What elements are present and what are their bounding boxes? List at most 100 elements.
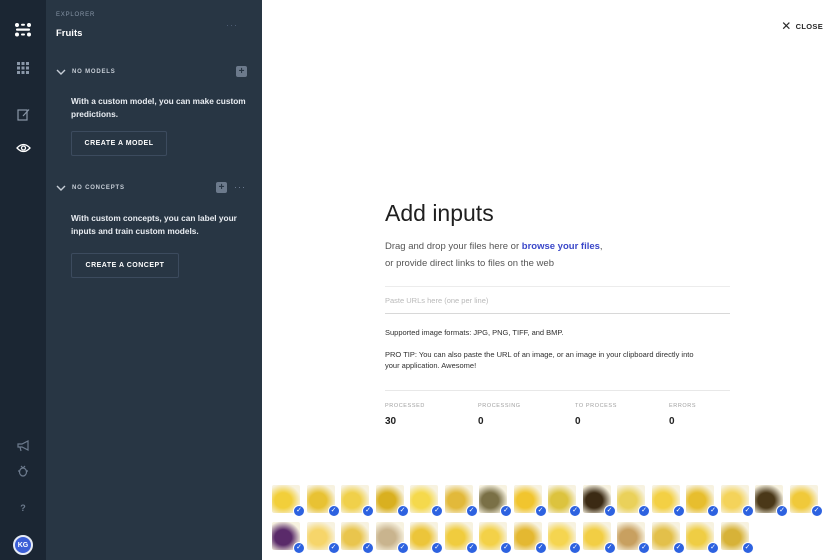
app-window: ? KG EXPLORER Fruits ··· NO MODELS + Wit… (0, 0, 825, 560)
avatar[interactable]: KG (13, 535, 33, 555)
chevron-down-icon (56, 185, 66, 191)
check-icon: ✓ (707, 542, 719, 554)
check-icon: ✓ (672, 542, 685, 554)
concepts-more-button[interactable]: ··· (234, 182, 246, 192)
check-icon: ✓ (362, 505, 374, 517)
stat-label: PROCESSED (385, 403, 425, 409)
check-icon: ✓ (776, 505, 788, 517)
app-menu-button[interactable]: ··· (226, 20, 238, 30)
stat-value: 0 (575, 416, 581, 427)
check-icon: ✓ (534, 542, 547, 554)
divider (385, 390, 730, 391)
concepts-section-header[interactable]: NO CONCEPTS (56, 182, 125, 194)
chevron-down-icon (56, 69, 66, 75)
page-title: Add inputs (385, 200, 494, 226)
bug-icon[interactable] (13, 460, 33, 480)
check-icon: ✓ (327, 505, 340, 517)
stat-value: 0 (478, 416, 484, 427)
input-thumbnail[interactable]: ✓ (306, 522, 340, 554)
megaphone-icon[interactable] (13, 436, 33, 456)
logo-icon[interactable] (13, 20, 33, 40)
app-name[interactable]: Fruits (56, 28, 82, 39)
input-thumbnail[interactable]: ✓ (306, 485, 340, 517)
input-thumbnail[interactable]: ✓ (272, 485, 305, 517)
formats-note: Supported image formats: JPG, PNG, TIFF,… (385, 328, 564, 337)
input-thumbnail[interactable]: ✓ (410, 485, 443, 517)
check-icon: ✓ (603, 542, 616, 554)
check-icon: ✓ (638, 542, 650, 554)
input-thumbnail[interactable]: ✓ (548, 522, 581, 554)
side-panel: EXPLORER Fruits ··· NO MODELS + With a c… (46, 0, 262, 560)
input-thumbnail[interactable]: ✓ (651, 522, 685, 554)
close-label: CLOSE (795, 21, 823, 31)
input-thumbnail[interactable]: ✓ (548, 485, 581, 517)
stat-label: TO PROCESS (575, 403, 617, 409)
check-icon: ✓ (638, 505, 650, 517)
check-icon: ✓ (569, 505, 581, 517)
input-thumbnail[interactable]: ✓ (272, 522, 305, 554)
help-icon[interactable]: ? (13, 498, 33, 518)
check-icon: ✓ (810, 505, 823, 517)
create-model-button[interactable]: CREATE A MODEL (71, 131, 167, 156)
check-icon: ✓ (569, 542, 581, 554)
input-thumbnail[interactable]: ✓ (651, 485, 685, 517)
stat-to-process: TO PROCESS 0 (575, 403, 617, 427)
url-input[interactable] (385, 286, 730, 314)
input-thumbnail[interactable]: ✓ (617, 485, 650, 517)
close-button[interactable]: ✕ CLOSE (781, 20, 823, 32)
input-thumbnail[interactable]: ✓ (755, 485, 788, 517)
app-caption: EXPLORER (56, 12, 96, 18)
input-thumbnail[interactable]: ✓ (720, 522, 754, 554)
check-icon: ✓ (396, 542, 409, 554)
check-icon: ✓ (465, 542, 478, 554)
add-concept-button[interactable]: + (216, 182, 227, 193)
check-icon: ✓ (396, 505, 409, 517)
add-model-button[interactable]: + (236, 66, 247, 77)
check-icon: ✓ (500, 505, 512, 517)
input-thumbnail[interactable]: ✓ (686, 485, 719, 517)
input-thumbnail[interactable]: ✓ (789, 485, 823, 517)
models-message: With a custom model, you can make custom… (71, 96, 246, 119)
stat-errors: ERRORS 0 (669, 403, 696, 427)
check-icon: ✓ (431, 505, 443, 517)
input-thumbnail[interactable]: ✓ (582, 522, 616, 554)
input-thumbnail[interactable]: ✓ (720, 485, 754, 517)
input-thumbnail[interactable]: ✓ (341, 485, 374, 517)
input-thumbnail[interactable]: ✓ (444, 522, 478, 554)
stat-value: 30 (385, 416, 397, 427)
input-thumbnail[interactable]: ✓ (410, 522, 443, 554)
input-thumbnail-strip: ✓ ✓ ✓ ✓ ✓ ✓ ✓ ✓ ✓ ✓ ✓ ✓ ✓ ✓ ✓ ✓ ✓ ✓ ✓ ✓ ✓ ✓ ✓ ✓ ✓ ✓ ✓ ✓ ✓ ✓ (272, 485, 825, 560)
check-icon: ✓ (741, 505, 754, 517)
eye-icon[interactable] (13, 138, 33, 158)
stat-processing: PROCESSING 0 (478, 403, 521, 427)
check-icon: ✓ (500, 542, 512, 554)
help-label: ? (20, 503, 26, 513)
input-thumbnail[interactable]: ✓ (582, 485, 616, 517)
create-concept-button[interactable]: CREATE A CONCEPT (71, 253, 179, 278)
input-thumbnail[interactable]: ✓ (513, 522, 547, 554)
stat-value: 0 (669, 416, 675, 427)
check-icon: ✓ (707, 505, 719, 517)
stat-label: PROCESSING (478, 403, 521, 409)
input-thumbnail[interactable]: ✓ (479, 485, 512, 517)
edit-icon[interactable] (13, 104, 33, 124)
concepts-section-title: NO CONCEPTS (72, 185, 125, 191)
apps-grid-icon[interactable] (13, 58, 33, 78)
check-icon: ✓ (534, 505, 547, 517)
models-section-header[interactable]: NO MODELS (56, 66, 116, 78)
input-thumbnail[interactable]: ✓ (375, 522, 409, 554)
check-icon: ✓ (465, 505, 478, 517)
check-icon: ✓ (603, 505, 616, 517)
input-thumbnail[interactable]: ✓ (444, 485, 478, 517)
input-thumbnail[interactable]: ✓ (375, 485, 409, 517)
input-thumbnail[interactable]: ✓ (479, 522, 512, 554)
concepts-message: With custom concepts, you can label your… (71, 213, 237, 236)
stat-label: ERRORS (669, 403, 697, 409)
input-thumbnail[interactable]: ✓ (617, 522, 650, 554)
browse-files-link[interactable]: browse your files (522, 241, 600, 252)
input-thumbnail[interactable]: ✓ (341, 522, 374, 554)
upload-description-prefix: Drag and drop your files here or (385, 241, 522, 252)
input-thumbnail[interactable]: ✓ (686, 522, 719, 554)
input-thumbnail[interactable]: ✓ (513, 485, 547, 517)
check-icon: ✓ (293, 505, 305, 517)
